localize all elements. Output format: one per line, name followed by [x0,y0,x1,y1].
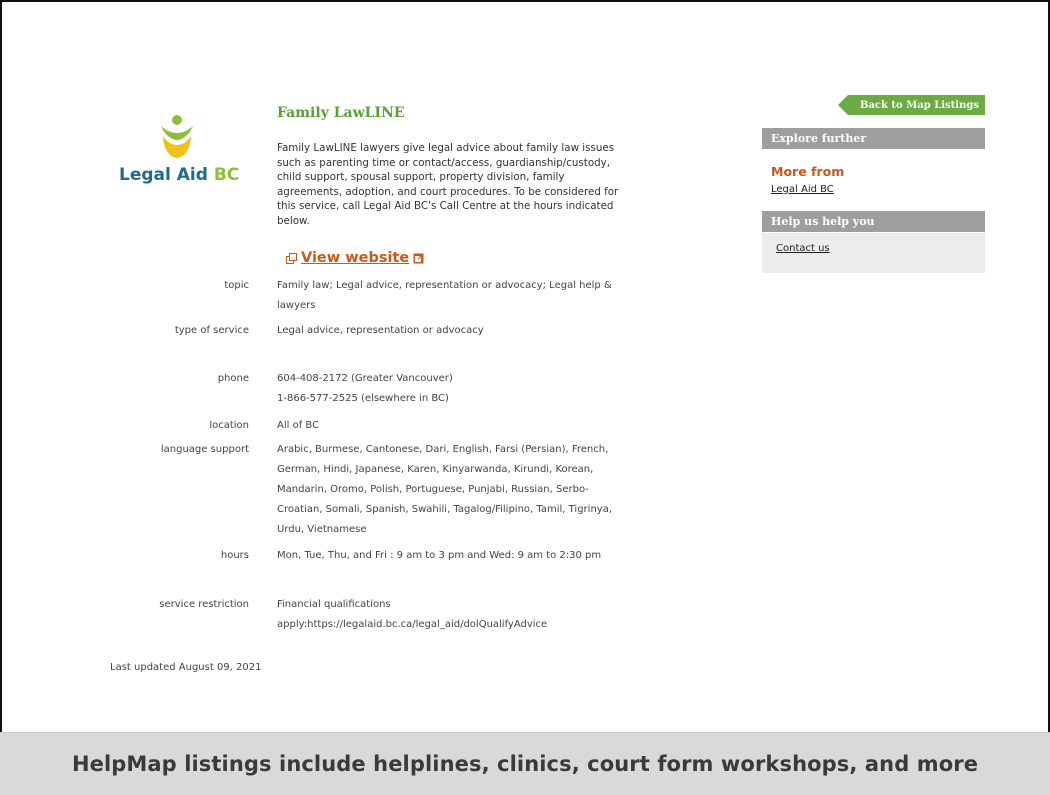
caption-band: HelpMap listings include helplines, clin… [0,732,1050,795]
back-to-map-listings-button[interactable]: Back to Map Listings [838,95,985,115]
listing-title: Family LawLINE [277,105,405,121]
help-us-help-you-heading: Help us help you [762,211,985,232]
service-restriction-line-1: Financial qualifications [277,599,391,610]
location-label: location [209,420,249,431]
more-from-legal-aid-bc-link[interactable]: Legal Aid BC [771,184,834,195]
footer-caption: HelpMap listings include helplines, clin… [71,752,979,776]
phone-line-2: 1-866-577-2525 (elsewhere in BC) [277,393,449,404]
language-support-label: language support [160,444,249,455]
language-support-value: Arabic, Burmese, Cantonese, Dari, Englis… [277,444,613,535]
type-of-service-label: type of service [174,325,249,336]
topic-value: Family law; Legal advice, representation… [277,280,612,311]
location-value: All of BC [277,420,320,431]
type-of-service-value: Legal advice, representation or advocacy [277,325,484,336]
new-window-icon [286,252,297,264]
hours-value: Mon, Tue, Thu, and Fri : 9 am to 3 pm an… [277,550,602,561]
more-from-heading: More from [771,164,845,179]
external-link-icon [413,253,424,263]
slide-frame: Legal Aid BC Family LawLINE Family LawLI… [0,0,1050,795]
phone-label: phone [217,373,249,384]
view-website-label[interactable]: View website [301,250,409,266]
last-updated: Last updated August 09, 2021 [110,662,262,673]
phone-line-1: 604-408-2172 (Greater Vancouver) [277,373,453,384]
listing-description: Family LawLINE lawyers give legal advice… [277,142,619,227]
contact-us-link[interactable]: Contact us [776,243,830,254]
topic-label: topic [224,280,249,291]
logo-text-legal-aid: Legal Aid [119,165,208,185]
explore-further-heading: Explore further [762,128,985,149]
hours-label: hours [220,550,249,561]
logo-wordmark: Legal Aid BC [119,165,239,185]
view-website-link[interactable]: View website [286,250,424,266]
service-restriction-line-2: apply:https://legalaid.bc.ca/legal_aid/d… [277,619,548,630]
service-restriction-label: service restriction [159,599,249,610]
logo-text-bc: BC [213,165,240,185]
